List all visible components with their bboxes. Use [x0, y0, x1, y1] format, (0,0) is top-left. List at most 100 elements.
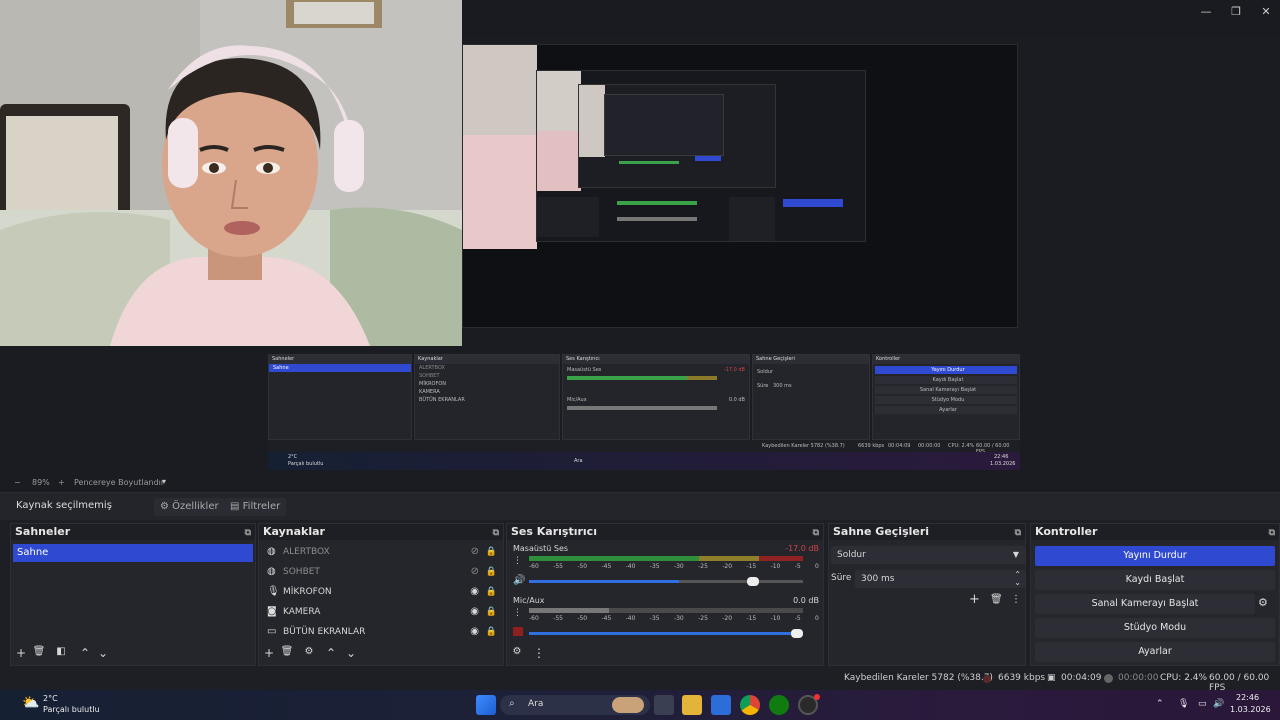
source-row[interactable]: ◙ KAMERA ◉ 🔒	[259, 602, 503, 622]
studio-mode-button[interactable]: Stüdyo Modu	[1035, 618, 1275, 638]
eye-icon[interactable]: ◉	[470, 582, 479, 602]
remove-scene-icon[interactable]: 🗑	[31, 646, 47, 657]
duration-spinbox[interactable]: 300 ms ⌃ ⌄	[855, 570, 1025, 588]
preview-mixer-ch1: Masaüstü Ses	[567, 367, 602, 373]
undock-icon[interactable]: ⧉	[1269, 525, 1275, 541]
level-meter-green	[529, 556, 699, 561]
scenes-dock-header: Sahneler ⧉	[11, 524, 255, 540]
move-up-icon[interactable]: ⌃	[323, 646, 339, 660]
source-row[interactable]: ▭ BÜTÜN EKRANLAR ◉ 🔒	[259, 622, 503, 642]
speaker-icon[interactable]: 🔊	[513, 575, 525, 586]
tick: -15	[746, 615, 757, 622]
virtual-camera-settings-gear-icon[interactable]: ⚙	[1258, 596, 1268, 609]
source-row[interactable]: ◍ SOHBET ⊘ 🔒	[259, 562, 503, 582]
windows-start-icon[interactable]	[476, 695, 496, 715]
zoom-mode[interactable]: Pencereye Boyutlandır	[74, 478, 164, 487]
undock-icon[interactable]: ⧉	[245, 525, 251, 541]
preview-dropped: Kaybedilen Kareler 5782 (%38.7)	[762, 443, 845, 449]
clock-date[interactable]: 1.03.2026	[1230, 705, 1271, 714]
preview-transitions-dock: Sahne Geçişleri Soldur Süre 300 ms	[752, 354, 870, 440]
mixer-dock-header: Ses Karıştırıcı ⧉	[507, 524, 823, 540]
volume-slider-handle[interactable]	[747, 577, 760, 586]
undock-icon[interactable]: ⧉	[813, 525, 819, 541]
undock-icon[interactable]: ⧉	[1015, 525, 1021, 541]
advanced-audio-icon[interactable]: ⚙	[509, 646, 525, 657]
muted-mic-icon[interactable]	[513, 627, 523, 636]
scene-filters-icon[interactable]: ◧	[53, 646, 69, 657]
stop-streaming-button[interactable]: Yayını Durdur	[1035, 546, 1275, 566]
start-virtual-camera-button[interactable]: Sanal Kamerayı Başlat	[1035, 594, 1255, 614]
settings-button[interactable]: Ayarlar	[1035, 642, 1275, 662]
close-button[interactable]: ✕	[1256, 4, 1276, 20]
source-row[interactable]: 🎙 MİKROFON ◉ 🔒	[259, 582, 503, 602]
add-source-icon[interactable]: +	[261, 646, 277, 660]
chrome-icon[interactable]	[740, 695, 760, 715]
tick: -55	[553, 563, 563, 570]
remove-source-icon[interactable]: 🗑	[279, 646, 295, 657]
eye-hidden-icon[interactable]: ⊘	[471, 542, 479, 562]
channel-menu-icon[interactable]: ⋮	[513, 556, 522, 566]
start-recording-button[interactable]: Kaydı Başlat	[1035, 570, 1275, 590]
stream-icon: ▣	[1047, 673, 1056, 683]
channel-menu-icon[interactable]: ⋮	[513, 608, 522, 618]
filters-button[interactable]: ▤ Filtreler	[224, 498, 287, 516]
source-properties-icon[interactable]: ⚙	[301, 646, 317, 657]
lock-icon[interactable]: 🔒	[486, 562, 497, 582]
scenes-footer: + 🗑 ◧ ⌃ ⌄	[11, 643, 255, 665]
move-down-icon[interactable]: ⌄	[95, 646, 111, 660]
scene-item[interactable]: Sahne	[13, 544, 253, 562]
lock-icon[interactable]: 🔒	[486, 542, 497, 562]
preview-status-bar: Kaybedilen Kareler 5782 (%38.7) 6639 kbp…	[268, 440, 1020, 455]
source-label: KAMERA	[283, 607, 321, 617]
move-up-icon[interactable]: ⌃	[77, 646, 93, 660]
volume-slider-handle[interactable]	[791, 629, 803, 638]
file-explorer-icon[interactable]	[682, 695, 702, 715]
lock-icon[interactable]: 🔒	[486, 622, 497, 642]
preview-source-item: KAMERA	[419, 389, 440, 395]
spin-down-icon[interactable]: ⌄	[1014, 574, 1021, 592]
zoom-bar: − 89% + Pencereye Boyutlandır ▾	[0, 474, 1280, 492]
channel-name: Mic/Aux	[513, 596, 545, 605]
move-down-icon[interactable]: ⌄	[343, 646, 359, 660]
preview-clock-time: 22:46	[994, 454, 1009, 460]
mixer-menu-icon[interactable]: ⋮	[531, 646, 547, 660]
eye-icon[interactable]: ◉	[470, 622, 479, 642]
webcam-feed	[0, 0, 462, 346]
undock-icon[interactable]: ⧉	[493, 525, 499, 541]
lock-icon[interactable]: 🔒	[486, 582, 497, 602]
minimize-button[interactable]: —	[1196, 4, 1216, 20]
microphone-icon[interactable]: 🎙	[1178, 699, 1189, 709]
eye-icon[interactable]: ◉	[470, 602, 479, 622]
clock-time[interactable]: 22:46	[1236, 693, 1259, 702]
xbox-icon[interactable]	[769, 695, 789, 715]
transition-menu-icon[interactable]: ⋮	[1011, 594, 1021, 605]
preview-controls-title: Kontroller	[873, 355, 1019, 364]
cpu-usage: CPU: 2.4%	[1160, 673, 1208, 683]
volume-icon[interactable]: 🔊	[1213, 699, 1224, 709]
eye-hidden-icon[interactable]: ⊘	[471, 562, 479, 582]
mixer-channel-desktop: Masaüstü Ses -17.0 dB ⋮ -60 -55 -50 -45 -40-…	[513, 544, 819, 590]
source-row[interactable]: ◍ ALERTBOX ⊘ 🔒	[259, 542, 503, 562]
restore-button[interactable]: ❐	[1226, 4, 1246, 20]
properties-button[interactable]: ⚙ Özellikler	[154, 498, 225, 516]
add-transition-icon[interactable]: +	[969, 592, 980, 607]
lock-icon[interactable]: 🔒	[486, 602, 497, 622]
zoom-in-button[interactable]: +	[58, 478, 65, 487]
transition-select[interactable]: Soldur ▼	[831, 546, 1025, 564]
scenes-title: Sahneler	[15, 525, 71, 538]
zoom-out-button[interactable]: −	[14, 478, 21, 487]
weather-icon[interactable]: ⛅	[22, 695, 39, 711]
browser-icon: ◍	[267, 566, 276, 577]
remove-transition-icon[interactable]: 🗑	[990, 594, 1003, 605]
weather-text: Parçalı bulutlu	[43, 705, 100, 714]
preview-time2: 00:00:00	[918, 443, 941, 449]
tick: 0	[815, 563, 819, 570]
network-icon[interactable]: ▭	[1198, 699, 1207, 709]
task-view-icon[interactable]	[654, 695, 674, 715]
zoom-mode-caret-icon[interactable]: ▾	[162, 477, 166, 486]
preview-transitions-title: Sahne Geçişleri	[753, 355, 869, 364]
store-icon[interactable]	[711, 695, 731, 715]
add-scene-icon[interactable]: +	[13, 646, 29, 660]
chevron-up-icon[interactable]: ⌃	[1156, 699, 1164, 709]
search-box[interactable]: ⌕ Ara	[500, 695, 650, 715]
